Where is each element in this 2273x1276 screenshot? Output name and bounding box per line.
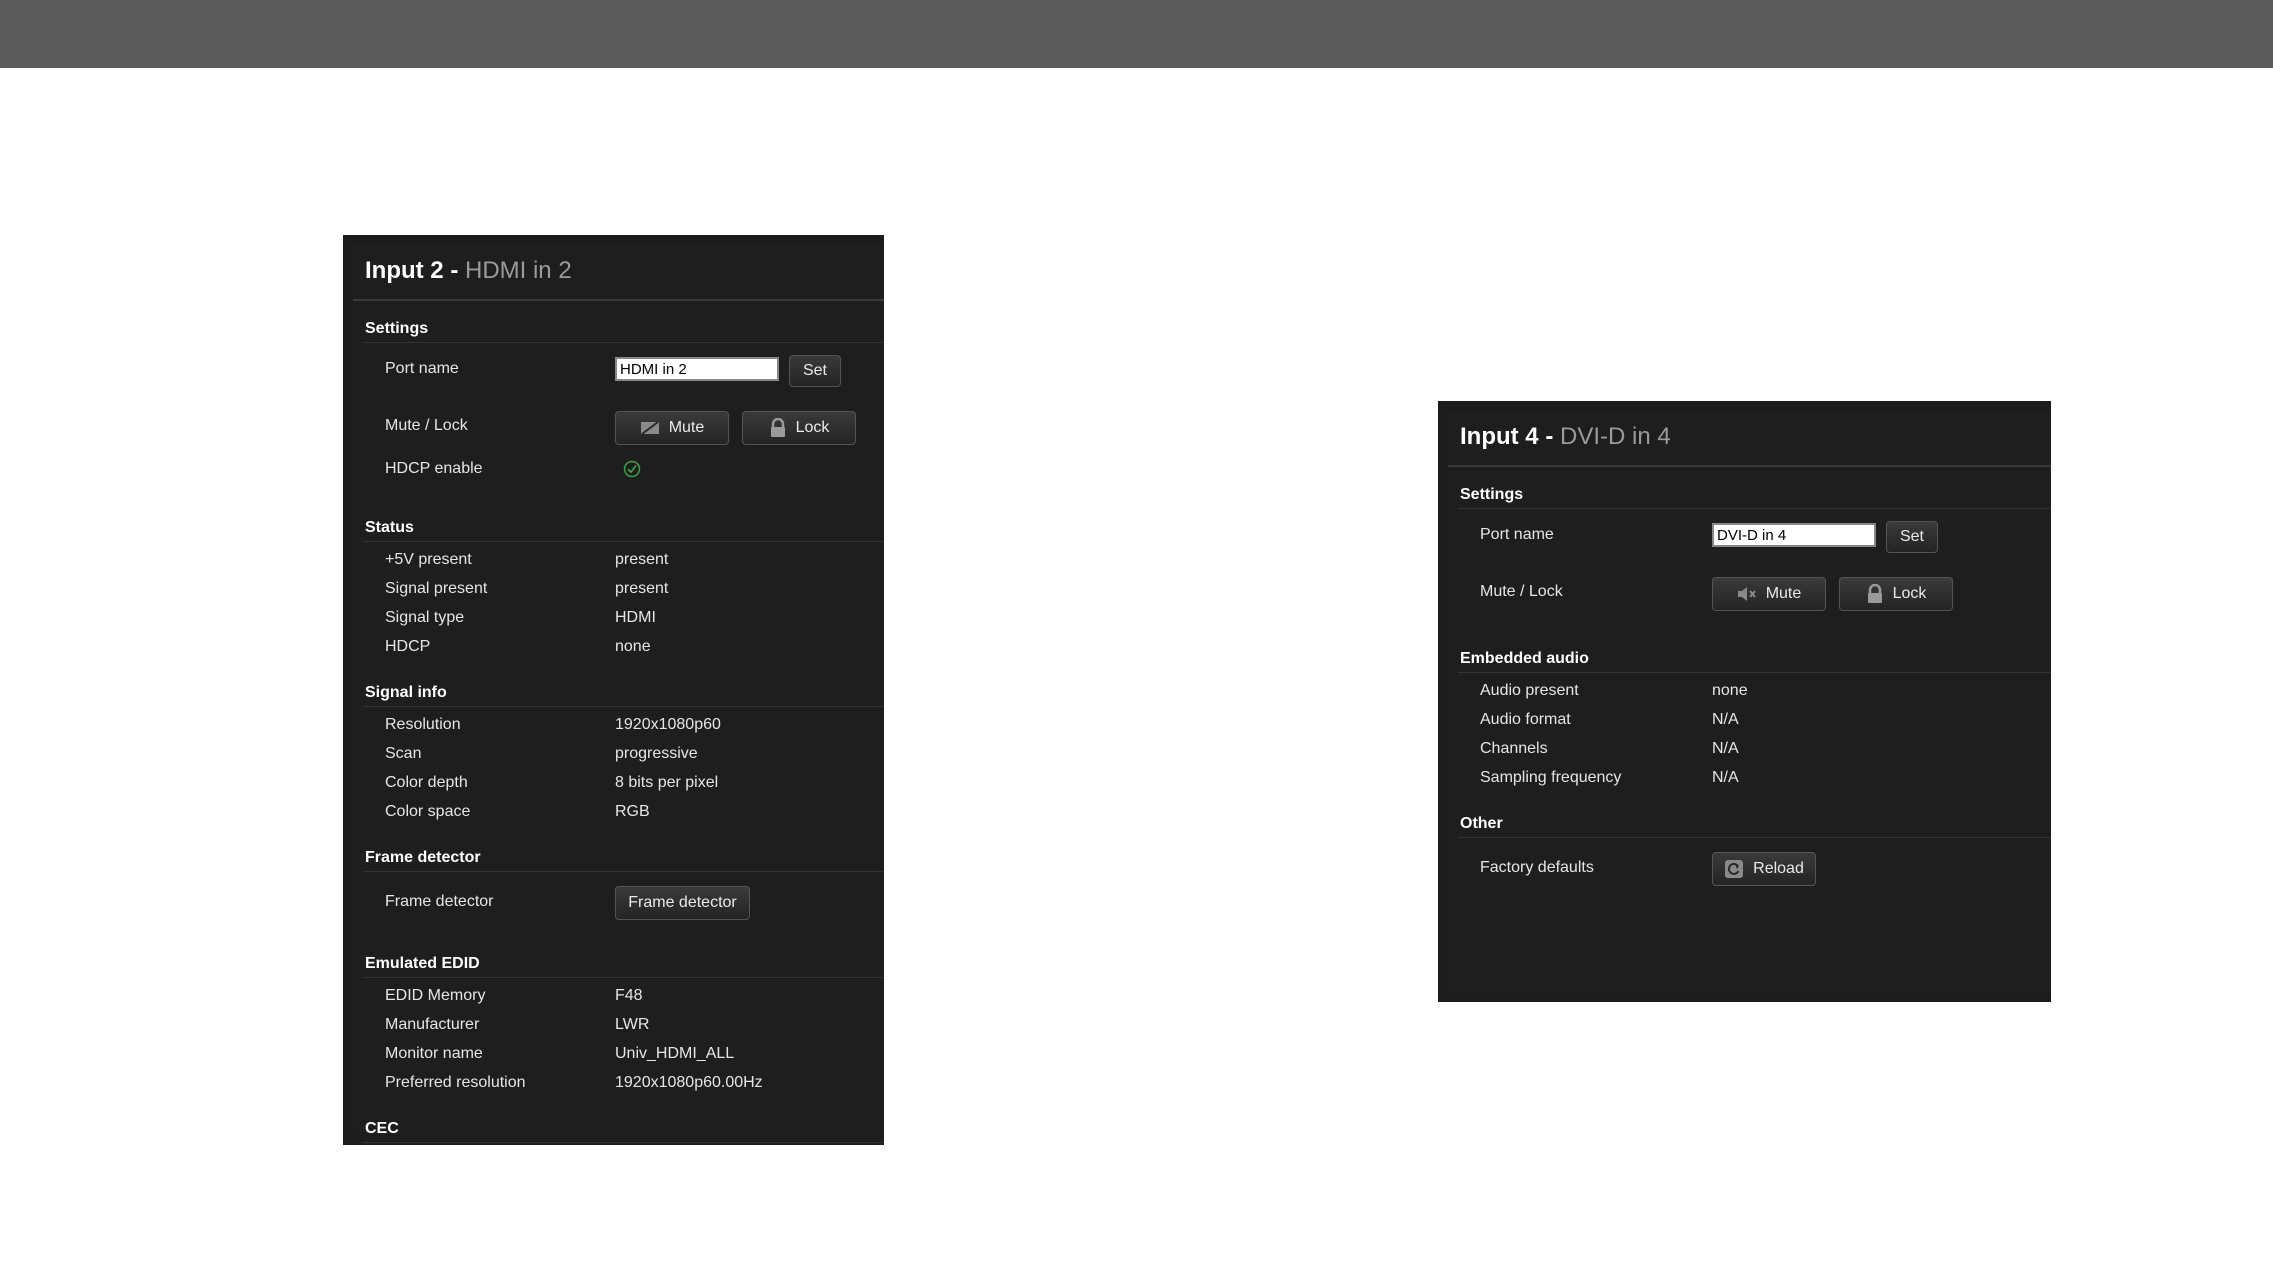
title-divider <box>353 299 884 301</box>
audio-label: Audio format <box>1480 711 1571 728</box>
status-label: Signal present <box>385 580 488 597</box>
edid-value: 1920x1080p60.00Hz <box>615 1074 763 1091</box>
mute-lock-label: Mute / Lock <box>385 417 468 434</box>
edid-value: Univ_HDMI_ALL <box>615 1045 735 1062</box>
section-frame-detector: Frame detector <box>363 849 884 872</box>
top-bar <box>0 0 2273 68</box>
reload-button[interactable]: Reload <box>1712 852 1816 886</box>
audio-value: none <box>1712 682 1748 699</box>
section-embedded-audio: Embedded audio <box>1458 650 2051 673</box>
set-button[interactable]: Set <box>1886 521 1938 553</box>
panel-title: Input 2 - HDMI in 2 <box>365 257 572 285</box>
set-button-label: Set <box>1899 528 1924 545</box>
lock-button-label: Lock <box>1892 585 1927 602</box>
lock-button[interactable]: Lock <box>1839 577 1953 611</box>
set-button-label: Set <box>802 362 827 379</box>
port-name-input[interactable] <box>1712 523 1876 547</box>
input-2-panel: Input 2 - HDMI in 2 Settings Port name S… <box>343 235 884 1145</box>
lock-icon <box>769 418 787 438</box>
audio-label: Audio present <box>1480 682 1579 699</box>
panel-title-port: DVI-D in 4 <box>1559 423 1671 450</box>
section-settings: Settings <box>363 320 884 343</box>
panel-title: Input 4 - DVI-D in 4 <box>1460 423 1671 451</box>
edid-value: F48 <box>615 987 643 1004</box>
title-divider <box>1448 465 2051 467</box>
reload-button-label: Reload <box>1753 860 1804 877</box>
mute-button[interactable]: Mute <box>615 411 729 445</box>
edid-label: Manufacturer <box>385 1016 480 1033</box>
set-button[interactable]: Set <box>789 355 841 387</box>
signal-info-value: 8 bits per pixel <box>615 774 719 791</box>
input-4-panel: Input 4 - DVI-D in 4 Settings Port name … <box>1438 401 2051 1002</box>
section-cec: CEC <box>363 1120 884 1143</box>
signal-info-value: progressive <box>615 745 698 762</box>
audio-label: Channels <box>1480 740 1548 757</box>
signal-info-value: 1920x1080p60 <box>615 716 721 733</box>
lock-button[interactable]: Lock <box>742 411 856 445</box>
signal-info-label: Scan <box>385 745 422 762</box>
edid-label: Preferred resolution <box>385 1074 526 1091</box>
status-value: none <box>615 638 651 655</box>
port-name-label: Port name <box>1480 526 1554 543</box>
edid-label: EDID Memory <box>385 987 486 1004</box>
panel-title-input: Input 2 - <box>365 257 465 284</box>
reload-icon <box>1724 859 1744 879</box>
audio-value: N/A <box>1712 711 1739 728</box>
lock-button-label: Lock <box>795 419 830 436</box>
lock-icon <box>1866 584 1884 604</box>
section-status: Status <box>363 519 884 542</box>
section-signal-info: Signal info <box>363 684 884 707</box>
panel-body: Input 4 - DVI-D in 4 Settings Port name … <box>1448 411 2051 992</box>
section-settings: Settings <box>1458 486 2051 509</box>
edid-value: LWR <box>615 1016 650 1033</box>
factory-defaults-label: Factory defaults <box>1480 859 1594 876</box>
audio-label: Sampling frequency <box>1480 769 1622 786</box>
status-value: present <box>615 580 669 597</box>
mute-icon <box>1737 586 1757 602</box>
panel-title-port: HDMI in 2 <box>464 257 572 284</box>
check-icon[interactable] <box>623 460 641 478</box>
panel-title-input: Input 4 - <box>1460 423 1560 450</box>
signal-info-label: Color depth <box>385 774 468 791</box>
status-label: Signal type <box>385 609 465 626</box>
mute-button-label: Mute <box>668 419 705 436</box>
frame-detector-label: Frame detector <box>385 893 494 910</box>
status-value: present <box>615 551 669 568</box>
signal-info-value: RGB <box>615 803 650 820</box>
frame-detector-button-label: Frame detector <box>628 894 737 911</box>
audio-value: N/A <box>1712 769 1739 786</box>
mute-icon <box>640 420 660 436</box>
port-name-input[interactable] <box>615 357 779 381</box>
status-value: HDMI <box>615 609 656 626</box>
signal-info-label: Color space <box>385 803 471 820</box>
edid-label: Monitor name <box>385 1045 483 1062</box>
audio-value: N/A <box>1712 740 1739 757</box>
hdcp-enable-label: HDCP enable <box>385 460 483 477</box>
section-other: Other <box>1458 815 2051 838</box>
status-label: HDCP <box>385 638 431 655</box>
section-emulated-edid: Emulated EDID <box>363 955 884 978</box>
status-label: +5V present <box>385 551 472 568</box>
mute-button-label: Mute <box>1765 585 1802 602</box>
frame-detector-button[interactable]: Frame detector <box>615 886 750 920</box>
mute-lock-label: Mute / Lock <box>1480 583 1563 600</box>
signal-info-label: Resolution <box>385 716 461 733</box>
mute-button[interactable]: Mute <box>1712 577 1826 611</box>
port-name-label: Port name <box>385 360 459 377</box>
panel-body: Input 2 - HDMI in 2 Settings Port name S… <box>353 245 884 1143</box>
